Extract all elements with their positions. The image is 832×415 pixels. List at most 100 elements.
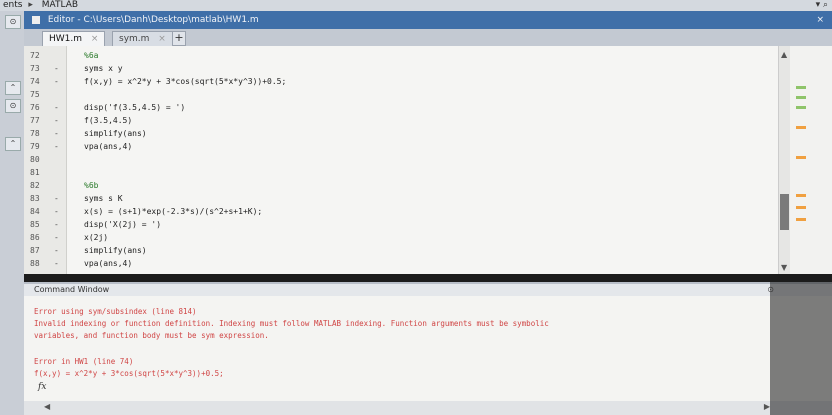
scroll-thumb[interactable]: [780, 194, 789, 230]
code-line[interactable]: 88- vpa(ans,4): [24, 258, 778, 270]
line-number[interactable]: 74: [30, 76, 52, 88]
code-line[interactable]: 72 %6a: [24, 50, 778, 62]
breakpoint-marker[interactable]: -: [54, 128, 59, 140]
search-icon[interactable]: ▾ ⌕: [816, 0, 828, 11]
tab-close-icon[interactable]: ×: [158, 34, 166, 44]
left-panel-collapsed: ⊙ ⌃ ⊙ ⌃: [0, 11, 24, 415]
scroll-left-icon[interactable]: ◀: [44, 402, 50, 411]
line-number[interactable]: 77: [30, 115, 52, 127]
code-text: x(2j): [84, 233, 109, 242]
code-line[interactable]: 80: [24, 154, 778, 166]
code-text: vpa(ans,4): [84, 142, 133, 151]
panel-options-icon[interactable]: ⊙: [5, 15, 21, 29]
add-tab-button[interactable]: +: [172, 31, 186, 46]
code-text: disp('f(3.5,4.5) = '): [84, 103, 186, 112]
code-editor[interactable]: 72 %6a 73- syms x y 74- f(x,y) = x^2*y + 3*co…: [24, 46, 778, 274]
tab-label: sym.m: [119, 34, 150, 44]
analyzer-marker[interactable]: [796, 126, 806, 129]
line-number[interactable]: 78: [30, 128, 52, 140]
command-window-title: Command Window: [34, 285, 110, 294]
tab-close-icon[interactable]: ×: [91, 34, 99, 44]
code-line[interactable]: 73- syms x y: [24, 63, 778, 75]
code-text: simplify(ans): [84, 246, 147, 255]
breakpoint-marker[interactable]: -: [54, 193, 59, 205]
editor-title-bar: Editor - C:\Users\Danh\Desktop\matlab\HW…: [24, 11, 832, 29]
code-line[interactable]: 87- simplify(ans): [24, 245, 778, 257]
scroll-up-icon[interactable]: ▲: [781, 50, 787, 59]
breakpoint-marker[interactable]: -: [54, 141, 59, 153]
code-line[interactable]: 85- disp('X(2j) = '): [24, 219, 778, 231]
line-number[interactable]: 81: [30, 167, 52, 179]
line-number[interactable]: 84: [30, 206, 52, 218]
line-number[interactable]: 80: [30, 154, 52, 166]
screen-edge-shadow: [770, 282, 832, 415]
analyzer-marker[interactable]: [796, 86, 806, 89]
breakpoint-marker[interactable]: -: [54, 219, 59, 231]
line-number[interactable]: 82: [30, 180, 52, 192]
error-line: Error in HW1 (line 74): [34, 357, 134, 366]
line-number[interactable]: 75: [30, 89, 52, 101]
line-number[interactable]: 88: [30, 258, 52, 270]
breakpoint-marker[interactable]: -: [54, 258, 59, 270]
code-line[interactable]: 83- syms s K: [24, 193, 778, 205]
tab-hw1[interactable]: HW1.m ×: [42, 31, 106, 46]
analyzer-marker[interactable]: [796, 194, 806, 197]
code-text: disp('X(2j) = '): [84, 220, 162, 229]
code-line[interactable]: 75: [24, 89, 778, 101]
expand-up-icon[interactable]: ⌃: [5, 81, 21, 95]
analyzer-marker[interactable]: [796, 156, 806, 159]
line-number[interactable]: 79: [30, 141, 52, 153]
expand-up-icon-2[interactable]: ⌃: [5, 137, 21, 151]
command-window[interactable]: Error using sym/subsindex (line 814) Inv…: [24, 296, 832, 401]
code-analyzer-bar: [790, 46, 832, 274]
path-separator-icon: ▸: [28, 0, 33, 10]
editor-tab-strip: HW1.m × sym.m × +: [24, 29, 832, 46]
code-line[interactable]: 77- f(3.5,4.5): [24, 115, 778, 127]
analyzer-marker[interactable]: [796, 218, 806, 221]
code-text: f(3.5,4.5): [84, 116, 133, 125]
breakpoint-marker[interactable]: -: [54, 245, 59, 257]
code-line[interactable]: 82 %6b: [24, 180, 778, 192]
editor-title: Editor - C:\Users\Danh\Desktop\matlab\HW…: [47, 15, 259, 25]
path-bar: ents ▸ MATLAB ▾ ⌕: [0, 0, 832, 11]
line-number[interactable]: 83: [30, 193, 52, 205]
line-number[interactable]: 73: [30, 63, 52, 75]
code-text: x(s) = (s+1)*exp(-2.3*s)/(s^2+s+1+K);: [84, 207, 263, 216]
editor-icon: [32, 15, 40, 24]
analyzer-marker[interactable]: [796, 96, 806, 99]
line-number[interactable]: 76: [30, 102, 52, 114]
scroll-down-icon[interactable]: ▼: [781, 263, 787, 272]
analyzer-marker[interactable]: [796, 206, 806, 209]
error-line: variables, and function body must be sym…: [34, 331, 269, 340]
code-line[interactable]: 74- f(x,y) = x^2*y + 3*cos(sqrt(5*x*y^3))…: [24, 76, 778, 88]
code-line[interactable]: 76- disp('f(3.5,4.5) = '): [24, 102, 778, 114]
path-segment-current-folder[interactable]: ents: [3, 0, 22, 10]
analyzer-marker[interactable]: [796, 106, 806, 109]
line-number[interactable]: 85: [30, 219, 52, 231]
panel-options-icon-2[interactable]: ⊙: [5, 99, 21, 113]
code-text: f(x,y) = x^2*y + 3*cos(sqrt(5*x*y^3))+0.…: [84, 77, 287, 86]
code-line[interactable]: 81: [24, 167, 778, 179]
command-window-header: Command Window ⊙: [24, 282, 832, 296]
breakpoint-marker[interactable]: -: [54, 102, 59, 114]
path-segment-matlab[interactable]: MATLAB: [42, 0, 78, 10]
error-line: Error using sym/subsindex (line 814): [34, 307, 197, 316]
breakpoint-marker[interactable]: -: [54, 206, 59, 218]
breakpoint-marker[interactable]: -: [54, 63, 59, 75]
line-number[interactable]: 86: [30, 232, 52, 244]
line-number[interactable]: 87: [30, 245, 52, 257]
code-line[interactable]: 78- simplify(ans): [24, 128, 778, 140]
code-text: vpa(ans,4): [84, 259, 133, 268]
code-comment: %6b: [84, 181, 99, 190]
line-number[interactable]: 72: [30, 50, 52, 62]
code-line[interactable]: 86- x(2j): [24, 232, 778, 244]
editor-close-button[interactable]: ×: [816, 11, 824, 29]
breakpoint-marker[interactable]: -: [54, 115, 59, 127]
breakpoint-marker[interactable]: -: [54, 232, 59, 244]
command-window-horizontal-scrollbar[interactable]: ◀ ▶: [24, 401, 832, 415]
code-line[interactable]: 79- vpa(ans,4): [24, 141, 778, 153]
code-line[interactable]: 84- x(s) = (s+1)*exp(-2.3*s)/(s^2+s+1+K);: [24, 206, 778, 218]
breakpoint-marker[interactable]: -: [54, 76, 59, 88]
code-text: simplify(ans): [84, 129, 147, 138]
tab-sym[interactable]: sym.m ×: [112, 31, 173, 46]
